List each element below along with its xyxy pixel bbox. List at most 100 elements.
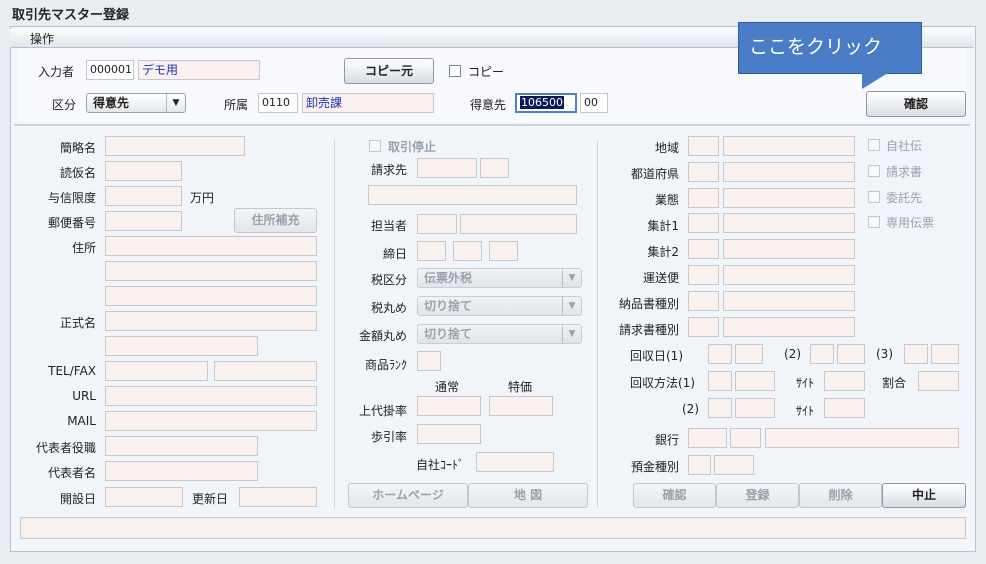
invoice-type-name-field[interactable] <box>723 317 855 337</box>
collection-day2-a-field[interactable] <box>810 344 834 364</box>
margin-rate-field[interactable] <box>417 424 481 444</box>
invoice-type-code-field[interactable] <box>688 317 719 337</box>
map-button[interactable]: 地 図 <box>468 483 588 508</box>
address-line1-field[interactable] <box>105 236 317 256</box>
register-button[interactable]: 登録 <box>716 483 799 508</box>
collection-method1-b-field[interactable] <box>735 371 775 391</box>
closing-day3-field[interactable] <box>489 241 518 261</box>
deposit-type-code-field[interactable] <box>688 455 711 475</box>
deposit-type-name-field[interactable] <box>714 455 754 475</box>
collection-method2-b-field[interactable] <box>735 398 775 418</box>
address-line2-field[interactable] <box>105 261 317 281</box>
site1-field[interactable] <box>824 371 865 391</box>
short-name-field[interactable] <box>105 136 245 156</box>
amount-rounding-select[interactable]: 切り捨て ▼ <box>417 324 582 344</box>
collection-day2-b-field[interactable] <box>837 344 865 364</box>
staff-code-field[interactable] <box>417 214 457 234</box>
special-column-label: 特価 <box>508 380 533 394</box>
business-type-code-field[interactable] <box>688 188 719 208</box>
collection-day1-b-field[interactable] <box>735 344 763 364</box>
margin-rate-label: 歩引率 <box>370 430 407 444</box>
collection-day1-a-field[interactable] <box>708 344 732 364</box>
entrant-code-field[interactable]: 000001 <box>86 60 134 80</box>
base-rate-normal-field[interactable] <box>417 396 481 416</box>
carrier-code-field[interactable] <box>688 265 719 285</box>
prefecture-code-field[interactable] <box>688 162 719 182</box>
delete-button[interactable]: 削除 <box>799 483 882 508</box>
delivery-note-type-code-field[interactable] <box>688 291 719 311</box>
column-divider-left <box>334 140 335 508</box>
collection-day3-b-field[interactable] <box>931 344 959 364</box>
tel-field[interactable] <box>105 361 208 381</box>
delivery-note-type-name-field[interactable] <box>723 291 855 311</box>
cancel-button[interactable]: 中止 <box>882 483 966 508</box>
dept-code-field[interactable]: 0110 <box>258 93 298 113</box>
entrant-name-field[interactable]: デモ用 <box>138 60 260 80</box>
product-rank-field[interactable] <box>417 351 441 371</box>
mail-field[interactable] <box>105 411 317 431</box>
update-date-label: 更新日 <box>192 492 229 506</box>
own-company-checkbox[interactable] <box>868 139 880 151</box>
region-code-field[interactable] <box>688 136 719 156</box>
billing-to-code-field[interactable] <box>417 158 477 178</box>
rep-name-field[interactable] <box>105 461 258 481</box>
staff-label: 担当者 <box>370 219 407 233</box>
credit-limit-field[interactable] <box>105 186 182 206</box>
copy-source-button[interactable]: コピー元 <box>344 58 434 84</box>
aggregate1-name-field[interactable] <box>723 213 855 233</box>
postal-code-field[interactable] <box>105 211 182 231</box>
bank-branch-field[interactable] <box>730 428 761 448</box>
product-rank-label: 商品ﾗﾝｸ <box>364 358 407 372</box>
invoice-checkbox[interactable] <box>868 165 880 177</box>
aggregate1-code-field[interactable] <box>688 213 719 233</box>
footer-confirm-button[interactable]: 確認 <box>633 483 716 508</box>
ratio-field[interactable] <box>918 371 959 391</box>
suspend-label: 取引停止 <box>388 140 437 154</box>
billing-to-branch-field[interactable] <box>480 158 509 178</box>
business-type-name-field[interactable] <box>723 188 855 208</box>
formal-name-line2-field[interactable] <box>105 336 258 356</box>
copy-checkbox[interactable] <box>449 65 461 77</box>
kana-name-field[interactable] <box>105 161 182 181</box>
menu-operation[interactable]: 操作 <box>30 30 54 47</box>
bank-name-field[interactable] <box>765 428 959 448</box>
aggregate2-code-field[interactable] <box>688 239 719 259</box>
collection-day3-a-field[interactable] <box>904 344 928 364</box>
base-rate-special-field[interactable] <box>489 396 553 416</box>
collection-method1-a-field[interactable] <box>708 371 732 391</box>
aggregate2-name-field[interactable] <box>723 239 855 259</box>
region-name-field[interactable] <box>723 136 855 156</box>
address-line3-field[interactable] <box>105 286 317 306</box>
tax-rounding-select[interactable]: 切り捨て ▼ <box>417 296 582 316</box>
own-code-field[interactable] <box>476 452 554 472</box>
dedicated-slip-checkbox[interactable] <box>868 216 880 228</box>
callout-tail <box>862 73 888 89</box>
customer-code-field[interactable]: 106500 <box>515 93 577 113</box>
open-date-field[interactable] <box>105 487 183 507</box>
staff-name-field[interactable] <box>460 214 577 234</box>
closing-day1-field[interactable] <box>417 241 446 261</box>
dept-name-field[interactable]: 卸売課 <box>302 93 434 113</box>
carrier-name-field[interactable] <box>723 265 855 285</box>
billing-to-name-field[interactable] <box>368 185 577 205</box>
category-select[interactable]: 得意先 ▼ <box>86 93 186 113</box>
url-field[interactable] <box>105 386 317 406</box>
rep-title-field[interactable] <box>105 436 258 456</box>
bank-code-field[interactable] <box>688 428 727 448</box>
suspend-checkbox[interactable] <box>369 140 381 152</box>
fax-field[interactable] <box>214 361 317 381</box>
header-confirm-button[interactable]: 確認 <box>866 91 966 117</box>
customer-branch-field[interactable]: 00 <box>580 93 608 113</box>
address-fill-button[interactable]: 住所補充 <box>234 208 317 233</box>
closing-day2-field[interactable] <box>453 241 482 261</box>
dropdown-arrow-icon: ▼ <box>562 297 581 315</box>
site2-field[interactable] <box>824 398 865 418</box>
collection-method2-a-field[interactable] <box>708 398 732 418</box>
update-date-field[interactable] <box>239 487 317 507</box>
prefecture-name-field[interactable] <box>723 162 855 182</box>
tax-class-select[interactable]: 伝票外税 ▼ <box>417 268 582 288</box>
consign-checkbox[interactable] <box>868 191 880 203</box>
amount-rounding-value: 切り捨て <box>424 327 473 341</box>
homepage-button[interactable]: ホームページ <box>348 483 468 508</box>
formal-name-line1-field[interactable] <box>105 311 317 331</box>
